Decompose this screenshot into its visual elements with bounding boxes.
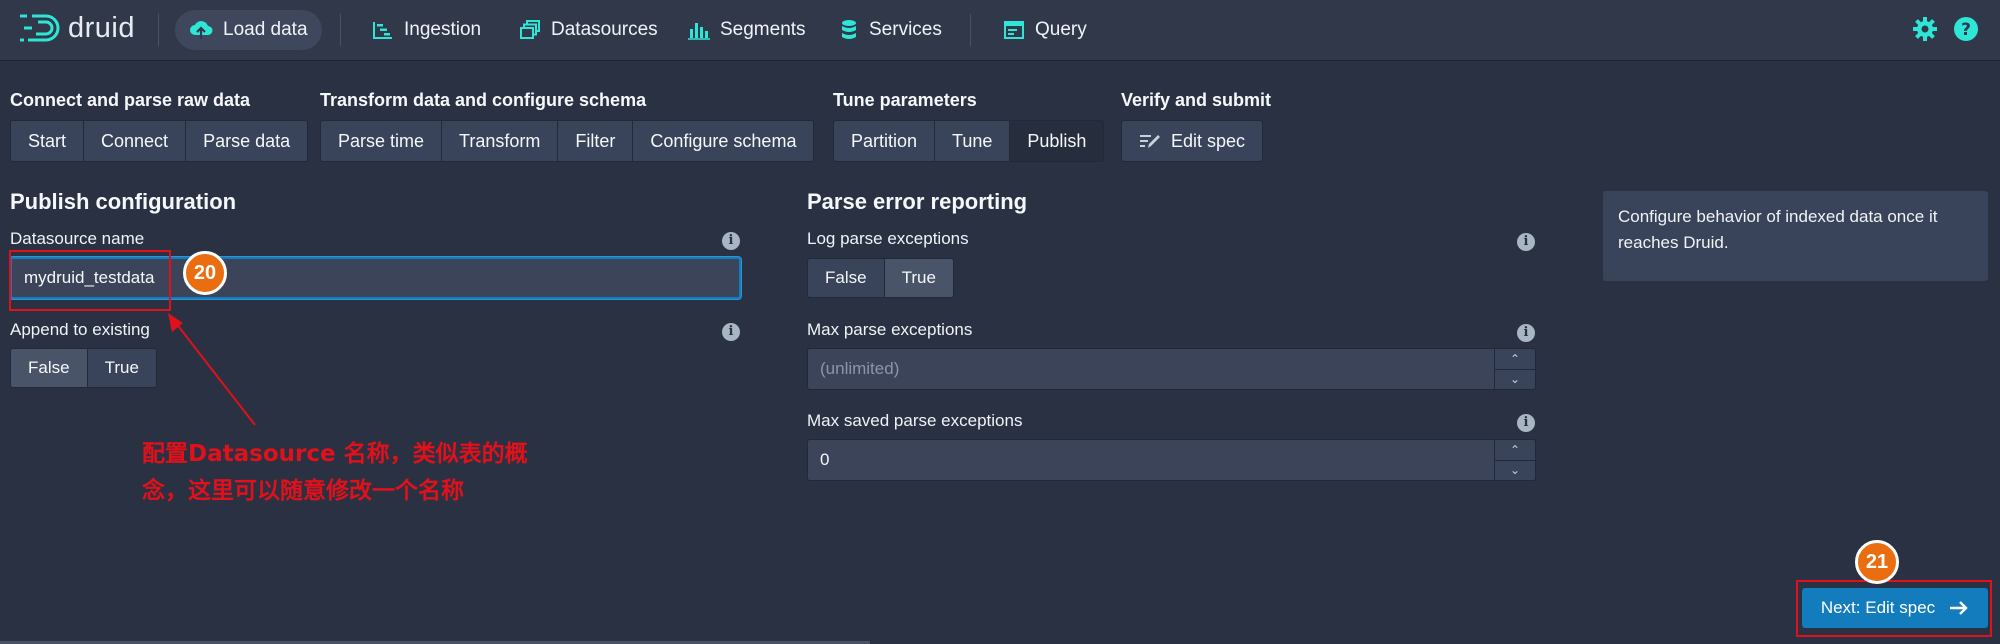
cloud-upload-icon: [190, 21, 213, 39]
step-group-title: Verify and submit: [1121, 90, 1272, 110]
nav-ingestion-label: Ingestion: [404, 19, 482, 40]
step-partition[interactable]: Partition: [833, 120, 936, 162]
nav-services[interactable]: Services: [825, 10, 956, 50]
max-saved-parse-exceptions-input[interactable]: 0: [807, 439, 1497, 481]
info-icon[interactable]: i: [722, 323, 740, 341]
log-false-button[interactable]: False: [807, 258, 885, 298]
step-group-title: Connect and parse raw data: [10, 90, 251, 110]
nav-query[interactable]: Query: [989, 10, 1101, 50]
max-parse-exceptions-label: Max parse exceptions: [807, 320, 973, 339]
annotation-note: 配置Datasource 名称，类似表的概念，这里可以随意修改一个名称: [142, 441, 528, 504]
step-connect[interactable]: Connect: [83, 120, 187, 162]
parse-error-reporting-title: Parse error reporting: [807, 189, 1028, 214]
nav-segments[interactable]: Segments: [674, 10, 820, 50]
info-icon[interactable]: i: [1517, 414, 1535, 432]
publish-configuration-title: Publish configuration: [10, 189, 237, 214]
nav-ingestion[interactable]: Ingestion: [358, 10, 495, 50]
chevron-up-icon[interactable]: ⌃: [1495, 349, 1535, 370]
nav-segments-label: Segments: [720, 19, 806, 40]
step-group-title: Tune parameters: [833, 90, 977, 110]
chevron-down-icon[interactable]: ⌄: [1495, 370, 1535, 390]
annotation-badge-21: 21: [1855, 540, 1899, 584]
step-parse-data[interactable]: Parse data: [185, 120, 309, 162]
step-group-verify: Edit spec: [1121, 120, 1264, 162]
annotation-highlight-datasource: [9, 250, 171, 311]
step-group-title: Transform data and configure schema: [320, 90, 647, 110]
application-icon: [1004, 21, 1024, 39]
step-transform[interactable]: Transform: [441, 120, 559, 162]
info-icon[interactable]: i: [722, 232, 740, 250]
log-true-button[interactable]: True: [883, 258, 954, 298]
gantt-chart-icon: [373, 22, 392, 39]
step-filter[interactable]: Filter: [557, 120, 634, 162]
step-group-transform: Parse time Transform Filter Configure sc…: [320, 120, 815, 162]
nav-divider: [340, 14, 341, 46]
max-parse-exceptions-placeholder: (unlimited): [820, 359, 900, 378]
step-edit-spec-label: Edit spec: [1171, 130, 1246, 151]
edit-spec-icon: [1140, 135, 1160, 148]
step-group-connect: Start Connect Parse data: [10, 120, 309, 162]
max-parse-exceptions-input[interactable]: (unlimited): [807, 348, 1497, 390]
step-start[interactable]: Start: [10, 120, 85, 162]
chevron-up-icon[interactable]: ⌃: [1495, 440, 1535, 461]
step-configure-schema[interactable]: Configure schema: [632, 120, 815, 162]
chevron-down-icon[interactable]: ⌄: [1495, 461, 1535, 481]
help-icon[interactable]: ?: [1953, 16, 1979, 42]
info-icon[interactable]: i: [1517, 324, 1535, 342]
step-publish[interactable]: Publish: [1009, 120, 1105, 162]
max-saved-parse-exceptions-value: 0: [820, 450, 830, 469]
max-saved-parse-exceptions-label: Max saved parse exceptions: [807, 411, 1023, 430]
max-parse-exceptions-stepper[interactable]: ⌃ ⌄: [1494, 348, 1536, 390]
step-parse-time[interactable]: Parse time: [320, 120, 443, 162]
annotation-highlight-next: [1796, 580, 1992, 637]
nav-datasources[interactable]: Datasources: [505, 10, 672, 50]
append-false-button[interactable]: False: [10, 348, 88, 388]
druid-logo-icon: [20, 14, 60, 42]
multi-select-icon: [520, 20, 540, 39]
nav-datasources-label: Datasources: [551, 19, 658, 40]
database-icon: [842, 20, 856, 39]
append-true-button[interactable]: True: [86, 348, 157, 388]
log-parse-exceptions-toggle: False True: [807, 258, 954, 298]
top-navbar: druid Load data Ingestion Datasources Se…: [0, 0, 2000, 60]
druid-logo[interactable]: druid: [18, 10, 135, 46]
publish-help-callout: Configure behavior of indexed data once …: [1603, 191, 1988, 281]
step-edit-spec[interactable]: Edit spec: [1121, 120, 1264, 162]
nav-services-label: Services: [869, 19, 942, 40]
info-icon[interactable]: i: [1517, 233, 1535, 251]
nav-divider: [970, 14, 971, 46]
datasource-name-label: Datasource name: [10, 229, 145, 248]
annotation-badge-20: 20: [183, 251, 227, 295]
nav-load-data-label: Load data: [223, 19, 308, 40]
max-saved-parse-exceptions-stepper[interactable]: ⌃ ⌄: [1494, 439, 1536, 481]
step-group-tune: Partition Tune Publish: [833, 120, 1105, 162]
nav-query-label: Query: [1035, 19, 1087, 40]
callout-text: Configure behavior of indexed data once …: [1618, 207, 1938, 252]
svg-text:?: ?: [1961, 20, 1971, 40]
app-name: druid: [68, 11, 135, 44]
step-tune[interactable]: Tune: [934, 120, 1011, 162]
append-to-existing-toggle: False True: [10, 348, 157, 388]
append-to-existing-label: Append to existing: [10, 320, 150, 339]
gear-icon[interactable]: [1912, 16, 1938, 42]
annotation-arrow: [168, 313, 256, 426]
stacked-chart-icon: [688, 23, 710, 40]
nav-load-data[interactable]: Load data: [175, 10, 322, 50]
nav-divider: [158, 14, 159, 46]
log-parse-exceptions-label: Log parse exceptions: [807, 229, 969, 248]
